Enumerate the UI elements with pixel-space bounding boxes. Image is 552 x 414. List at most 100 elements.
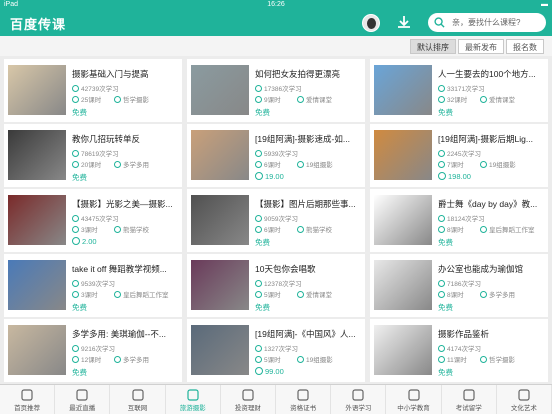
coin-icon	[255, 172, 263, 180]
nav-label: 考试留学	[455, 405, 482, 412]
student-count: 2245次学习	[438, 148, 481, 158]
art-icon	[518, 389, 530, 401]
course-card[interactable]: take it off 舞蹈教学视频... 9539次学习 3课时 皇后舞蹈工作室 免费	[4, 254, 182, 317]
clock-icon	[255, 226, 262, 233]
clock-icon	[438, 356, 445, 363]
clock-icon	[438, 161, 445, 168]
nav-item[interactable]: 投资理财	[221, 385, 277, 414]
course-card[interactable]: 如何把女友拍得更漂亮 17386次学习 9课时 爱情课堂 免费	[187, 59, 365, 122]
course-card[interactable]: 教你几招玩转单反 78619次学习 20课时 多学多用 免费	[4, 124, 182, 187]
people-icon	[438, 85, 445, 92]
course-card[interactable]: 多学多用: 美琪瑜伽--不... 9216次学习 12课时 多学多用 免费	[4, 319, 182, 382]
course-thumbnail	[374, 325, 432, 375]
video-icon	[76, 389, 88, 401]
nav-item[interactable]: 考试留学	[442, 385, 497, 414]
course-card[interactable]: 摄影基础入门与提高 42739次学习 25课时 哲学摄影 免费	[4, 59, 182, 122]
course-title: 摄影作品鉴析	[438, 329, 490, 339]
nav-item[interactable]: 互联网	[110, 385, 166, 414]
course-price: 免费	[72, 303, 87, 312]
people-icon	[438, 150, 445, 157]
search-input[interactable]: 亲，要找什么课程?	[428, 13, 546, 32]
lesson-count: 5课时	[255, 354, 281, 364]
course-category: 19组摄影	[297, 159, 333, 169]
lesson-count: 7课时	[438, 159, 464, 169]
course-thumbnail	[8, 260, 66, 310]
course-thumbnail	[191, 325, 249, 375]
course-title: 办公室也能成为瑜伽馆	[438, 264, 524, 274]
course-card[interactable]: 办公室也能成为瑜伽馆 7186次学习 8课时 多学多用 免费	[370, 254, 548, 317]
people-icon	[255, 345, 262, 352]
user-avatar[interactable]	[362, 14, 380, 32]
student-count: 78619次学习	[72, 148, 119, 158]
people-icon	[438, 215, 445, 222]
clock-icon	[72, 356, 79, 363]
lesson-count: 6课时	[255, 159, 281, 169]
people-icon	[438, 345, 445, 352]
clock-icon	[255, 96, 262, 103]
course-card[interactable]: 10天包你会唱歌 12378次学习 5课时 爱情课堂 免费	[187, 254, 365, 317]
course-card[interactable]: 摄影作品鉴析 4174次学习 11课时 哲学摄影 免费	[370, 319, 548, 382]
nav-item[interactable]: 首页推荐	[0, 385, 56, 414]
sort-newest-button[interactable]: 最新发布	[458, 39, 504, 54]
tag-icon	[480, 96, 487, 103]
nav-item[interactable]: 文化艺术	[497, 385, 552, 414]
tag-icon	[114, 161, 121, 168]
course-category: 多学多用	[480, 289, 515, 299]
course-card[interactable]: [19组阿满]-《中国风》人... 1327次学习 5课时 19组摄影 99.00	[187, 319, 365, 382]
course-card[interactable]: [19组阿满]-摄影速成-如... 5939次学习 6课时 19组摄影 19.00	[187, 124, 365, 187]
nav-label: 旅游摄影	[179, 405, 206, 412]
clock-icon	[72, 161, 79, 168]
coin-icon	[72, 237, 80, 245]
tag-icon	[114, 356, 121, 363]
course-category: 哲学摄影	[114, 94, 149, 104]
nav-item[interactable]: 外语学习	[331, 385, 387, 414]
people-icon	[72, 280, 79, 287]
course-card[interactable]: 人一生要去的100个地方... 33171次学习 32课时 爱情课堂 免费	[370, 59, 548, 122]
nav-item[interactable]: 旅游摄影	[166, 385, 221, 414]
lesson-count: 11课时	[438, 354, 467, 364]
course-thumbnail	[8, 65, 66, 115]
search-icon	[434, 17, 445, 28]
tag-icon	[480, 291, 487, 298]
course-thumbnail	[191, 65, 249, 115]
people-icon	[72, 150, 79, 157]
lesson-count: 6课时	[255, 224, 281, 234]
student-count: 12378次学习	[255, 278, 302, 288]
course-card[interactable]: [19组阿满]-摄影后期Lig... 2245次学习 7课时 19组摄影 198.00	[370, 124, 548, 187]
course-thumbnail	[8, 130, 66, 180]
app-logo: 百度传课	[10, 18, 67, 33]
lesson-count: 3课时	[72, 289, 98, 299]
nav-item[interactable]: 最近直播	[55, 385, 111, 414]
camera-icon	[187, 389, 199, 401]
course-title: [19组阿满]-《中国风》人...	[255, 329, 356, 339]
student-count: 5939次学习	[255, 148, 298, 158]
course-card[interactable]: 爵士舞《day by day》教... 18124次学习 8课时 皇后舞蹈工作室 免费	[370, 189, 548, 252]
student-count: 9539次学习	[72, 278, 115, 288]
tag-icon	[480, 161, 487, 168]
course-thumbnail	[8, 325, 66, 375]
student-count: 9216次学习	[72, 343, 115, 353]
lesson-count: 8课时	[438, 224, 464, 234]
nav-item[interactable]: 中小学教育	[386, 385, 442, 414]
download-icon[interactable]	[396, 14, 412, 32]
student-count: 43475次学习	[72, 213, 119, 223]
sort-default-button[interactable]: 默认排序	[410, 39, 456, 54]
course-card[interactable]: 【摄影】光影之美—摄影... 43475次学习 3课时 熊猫学校 2.00	[4, 189, 182, 252]
graduation-icon	[463, 389, 475, 401]
tag-icon	[297, 96, 304, 103]
sort-enrollment-button[interactable]: 报名数	[506, 39, 544, 54]
course-category: 爱情课堂	[297, 289, 332, 299]
coin-icon	[255, 367, 263, 375]
language-icon	[352, 389, 364, 401]
clock-icon	[255, 161, 262, 168]
clock-icon	[72, 226, 79, 233]
clock-icon	[438, 226, 445, 233]
people-icon	[438, 280, 445, 287]
course-card[interactable]: 【摄影】图片后期那些事... 9059次学习 6课时 熊猫学校 免费	[187, 189, 365, 252]
tag-icon	[480, 226, 487, 233]
lesson-count: 20课时	[72, 159, 101, 169]
money-icon	[242, 389, 254, 401]
nav-item[interactable]: 资格证书	[276, 385, 332, 414]
lesson-count: 12课时	[72, 354, 101, 364]
course-title: 摄影基础入门与提高	[72, 69, 149, 79]
